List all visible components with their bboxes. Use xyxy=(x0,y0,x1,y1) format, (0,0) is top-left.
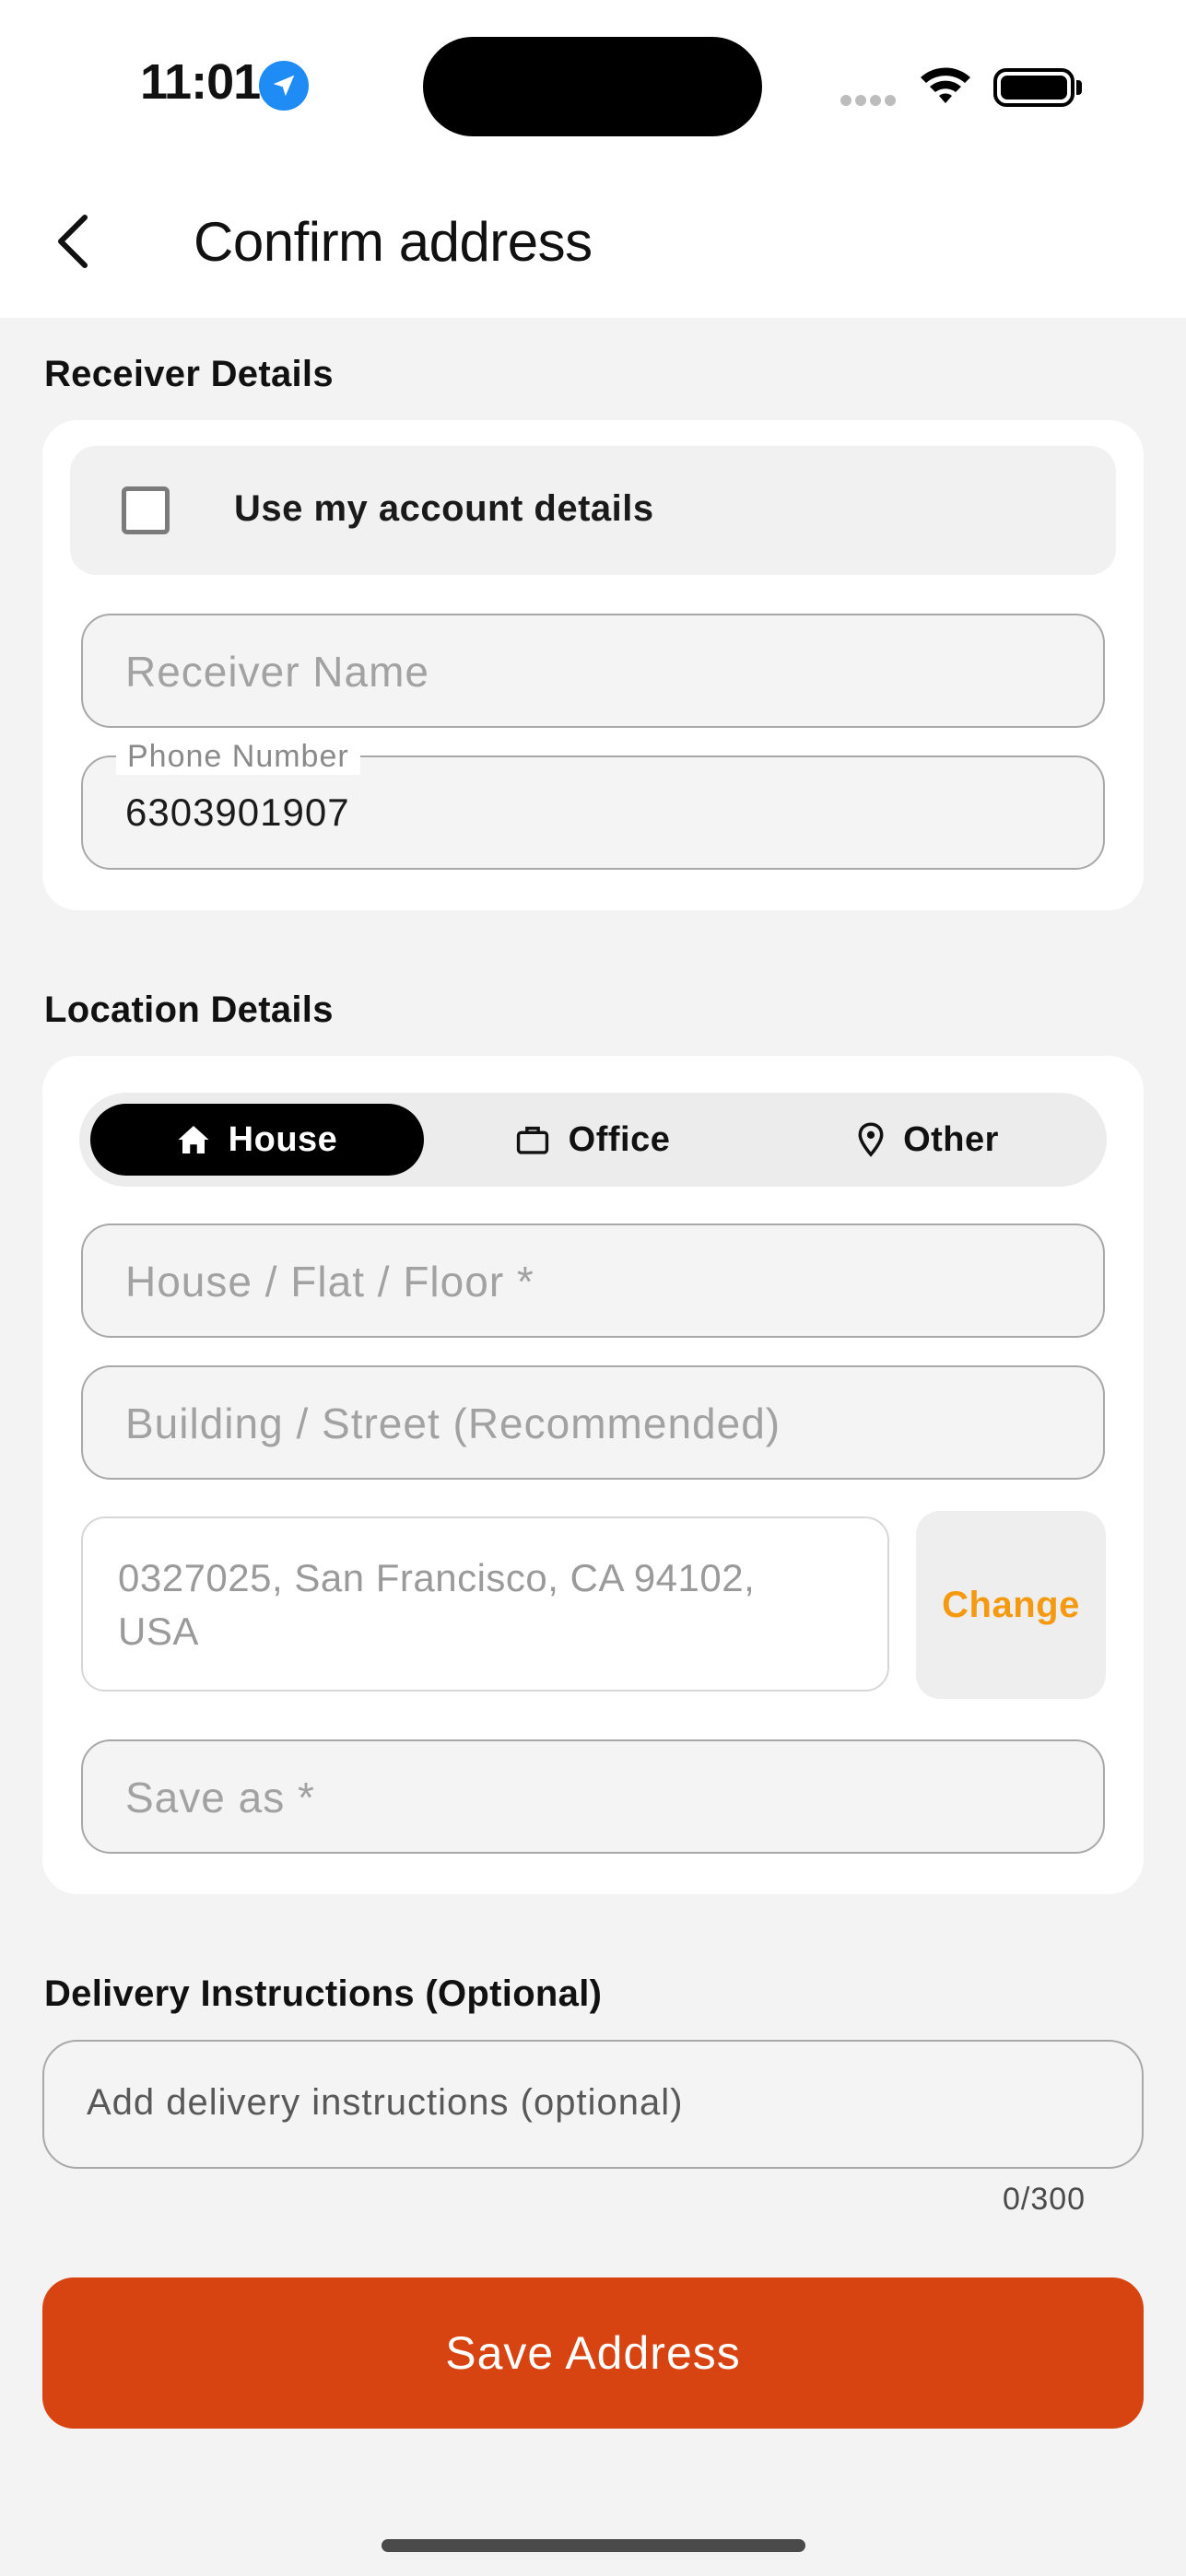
cellular-signal-icon xyxy=(840,94,899,111)
location-card: House Office Other House / Flat / Floor … xyxy=(42,1056,1144,1894)
page-title: Confirm address xyxy=(194,211,593,273)
house-flat-floor-input[interactable]: House / Flat / Floor * xyxy=(81,1224,1105,1338)
building-street-input[interactable]: Building / Street (Recommended) xyxy=(81,1365,1105,1480)
building-street-placeholder: Building / Street (Recommended) xyxy=(125,1399,781,1447)
location-arrow-icon xyxy=(259,61,309,111)
tab-house-label: House xyxy=(228,1119,338,1159)
use-account-checkbox[interactable] xyxy=(122,486,170,534)
save-address-button[interactable]: Save Address xyxy=(42,2277,1144,2429)
delivery-instructions-placeholder: Add delivery instructions (optional) xyxy=(87,2082,684,2123)
status-time: 11:01 xyxy=(140,54,261,110)
tab-other-label: Other xyxy=(903,1119,999,1159)
tab-office-label: Office xyxy=(568,1119,671,1159)
receiver-name-input[interactable]: Receiver Name xyxy=(81,614,1105,728)
dynamic-island xyxy=(423,37,762,136)
tab-other[interactable]: Other xyxy=(761,1104,1095,1176)
save-as-input[interactable]: Save as * xyxy=(81,1739,1105,1854)
instructions-section-title: Delivery Instructions (Optional) xyxy=(44,1973,603,2014)
tab-office[interactable]: Office xyxy=(426,1104,759,1176)
use-account-label: Use my account details xyxy=(234,488,654,529)
receiver-card: Use my account details Receiver Name Pho… xyxy=(42,420,1144,910)
house-flat-floor-placeholder: House / Flat / Floor * xyxy=(125,1258,534,1306)
battery-tip xyxy=(1076,80,1082,95)
battery-icon xyxy=(993,68,1074,107)
address-type-selector: House Office Other xyxy=(79,1093,1107,1187)
chevron-left-icon xyxy=(58,215,88,268)
selected-address-text: 0327025, San Francisco, CA 94102, USA xyxy=(118,1556,756,1653)
home-icon xyxy=(178,1126,209,1153)
briefcase-icon xyxy=(516,1126,548,1154)
back-button[interactable] xyxy=(52,212,98,271)
receiver-section-title: Receiver Details xyxy=(44,354,334,394)
use-account-details-toggle[interactable]: Use my account details xyxy=(70,446,1116,575)
phone-number-label: Phone Number xyxy=(116,739,360,775)
receiver-name-placeholder: Receiver Name xyxy=(125,648,429,696)
delivery-instructions-input[interactable]: Add delivery instructions (optional) xyxy=(42,2040,1144,2169)
save-as-placeholder: Save as * xyxy=(125,1774,315,1821)
location-section-title: Location Details xyxy=(44,989,334,1030)
phone-number-input[interactable]: Phone Number 6303901907 xyxy=(81,739,1105,870)
change-address-button[interactable]: Change xyxy=(916,1511,1106,1699)
selected-address-box: 0327025, San Francisco, CA 94102, USA xyxy=(81,1516,889,1692)
map-pin-icon xyxy=(858,1122,884,1157)
character-counter: 0/300 xyxy=(1003,2182,1086,2217)
wifi-icon xyxy=(918,64,973,111)
phone-number-value: 6303901907 xyxy=(125,790,350,834)
tab-house[interactable]: House xyxy=(90,1104,424,1176)
home-indicator xyxy=(382,2539,805,2552)
